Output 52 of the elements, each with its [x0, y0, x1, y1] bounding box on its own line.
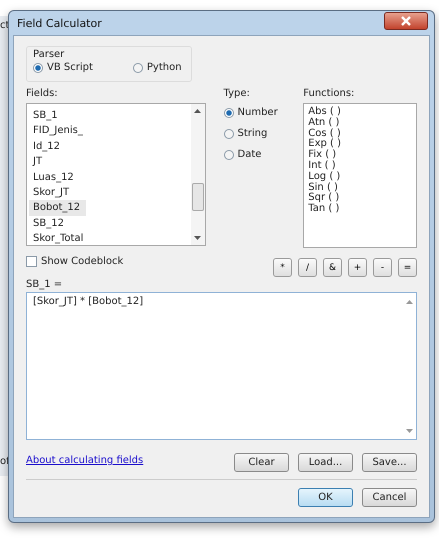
scrollbar[interactable] — [190, 104, 205, 245]
function-item[interactable]: Tan ( ) — [308, 204, 412, 215]
field-item[interactable]: SB_1 — [29, 108, 64, 124]
operator-button[interactable]: * — [273, 258, 292, 277]
fields-label: Fields: — [26, 88, 59, 99]
radio-option[interactable]: String — [224, 128, 304, 139]
function-item[interactable]: Exp ( ) — [308, 139, 412, 150]
field-item[interactable]: Luas_12 — [29, 170, 80, 185]
scroll-down-icon[interactable] — [406, 429, 412, 433]
scroll-up-icon[interactable] — [194, 109, 202, 113]
radio-option[interactable]: VB Script — [33, 62, 93, 73]
field-item[interactable]: SB_12 — [29, 216, 70, 232]
expression-field[interactable]: [Skor_JT] * [Bobot_12] — [26, 292, 417, 440]
function-item[interactable]: Atn ( ) — [308, 118, 412, 129]
ok-button[interactable]: OK — [298, 488, 353, 507]
function-item[interactable]: Sin ( ) — [308, 182, 412, 194]
radio-option[interactable]: Python — [132, 62, 182, 73]
field-item[interactable]: FID_Jenis_ — [29, 123, 89, 139]
type-label: Type: — [224, 88, 251, 99]
function-item[interactable]: Sqr ( ) — [308, 193, 412, 204]
function-item[interactable]: Abs ( ) — [308, 107, 412, 118]
operator-button[interactable]: / — [298, 258, 317, 277]
radio-option[interactable]: Number — [224, 107, 304, 118]
field-item[interactable]: Skor_JT — [29, 184, 76, 200]
window-title: Field Calculator — [17, 16, 102, 30]
field-item[interactable]: JT — [29, 154, 48, 170]
field-item[interactable]: Id_12 — [29, 138, 66, 154]
operator-button[interactable]: & — [323, 258, 342, 277]
group-label: Parser — [33, 49, 64, 60]
dialog-button[interactable]: Clear — [234, 453, 289, 472]
function-item[interactable]: Log ( ) — [308, 172, 412, 183]
function-item[interactable]: Fix ( ) — [308, 150, 412, 161]
show-codeblock-checkbox[interactable]: Show Codeblock — [26, 256, 124, 267]
operator-button[interactable]: + — [348, 258, 367, 277]
dialog-button[interactable]: Save... — [362, 453, 417, 472]
close-button[interactable] — [384, 12, 428, 30]
scroll-up-icon[interactable] — [406, 300, 412, 304]
scroll-down-icon[interactable] — [194, 236, 202, 240]
radio-option[interactable]: Date — [224, 149, 304, 160]
help-link[interactable]: About calculating fields — [26, 455, 144, 466]
scroll-thumb[interactable] — [192, 183, 204, 211]
field-item[interactable]: Bobot_12 — [29, 200, 86, 216]
expression-label: SB_1 = — [26, 279, 64, 290]
field-item[interactable]: Skor_Total — [29, 231, 90, 247]
cancel-button[interactable]: Cancel — [362, 488, 417, 507]
operator-button[interactable]: = — [398, 258, 417, 277]
functions-label: Functions: — [303, 88, 356, 99]
function-item[interactable]: Cos ( ) — [308, 128, 412, 140]
function-item[interactable]: Int ( ) — [308, 160, 412, 172]
close-icon — [400, 16, 412, 26]
operator-button[interactable]: - — [373, 258, 392, 277]
dialog-button[interactable]: Load... — [298, 453, 353, 472]
